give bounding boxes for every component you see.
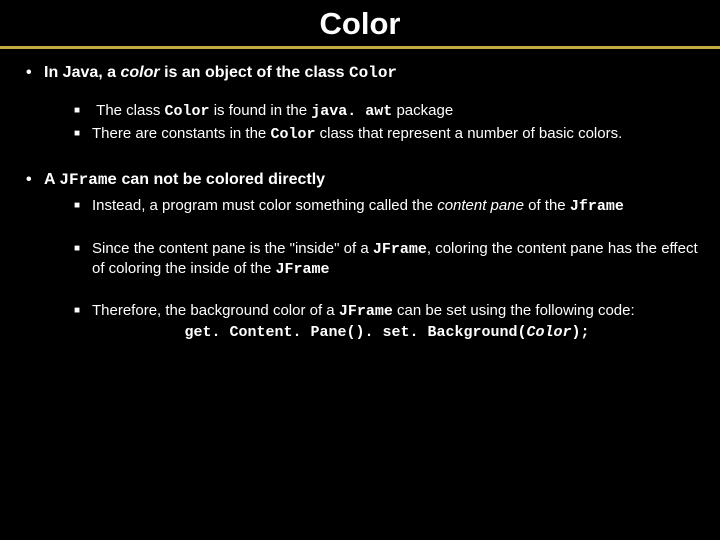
text-run: package: [392, 102, 453, 119]
bullet-square-icon: [74, 301, 92, 321]
code-run: Jframe: [570, 198, 624, 215]
sub-bullet-group: Instead, a program must color something …: [26, 196, 700, 342]
sub-bullet-group: The class Color is found in the java. aw…: [26, 101, 700, 169]
text-emphasis: color: [121, 64, 160, 81]
slide-content: In Java, a color is an object of the cla…: [0, 49, 720, 342]
text-run: A: [44, 171, 59, 188]
bullet-square-icon: [74, 239, 92, 279]
text-run: can not be colored directly: [117, 171, 325, 188]
bullet-lvl2: Since the content pane is the "inside" o…: [74, 239, 700, 279]
code-run: JFrame: [373, 241, 427, 258]
bullet-square-icon: [74, 196, 92, 216]
bullet-square-icon: [74, 124, 92, 144]
text-run: There are constants in the: [92, 125, 270, 142]
text-run: is found in the: [210, 102, 312, 119]
bullet-lvl1: A JFrame can not be colored directly: [26, 170, 700, 190]
bullet-dot-icon: [26, 170, 44, 190]
bullet-dot-icon: [26, 63, 44, 83]
text-run: Since the content pane is the "inside" o…: [92, 240, 373, 257]
code-arg: Color: [527, 324, 572, 341]
text-run: of the: [524, 197, 570, 214]
bullet-text: Instead, a program must color something …: [92, 196, 624, 216]
code-run: get. Content. Pane(). set. Background(: [184, 324, 526, 341]
text-run: In Java, a: [44, 64, 121, 81]
text-run: is an object of the class: [160, 64, 349, 81]
bullet-lvl2: The class Color is found in the java. aw…: [74, 101, 700, 121]
slide-title: Color: [0, 0, 720, 49]
bullet-group-1: In Java, a color is an object of the cla…: [20, 63, 700, 170]
text-emphasis: content pane: [437, 197, 524, 214]
text-run: Therefore, the background color of a: [92, 302, 339, 319]
bullet-group-2: A JFrame can not be colored directly Ins…: [20, 170, 700, 342]
code-run: Color: [349, 64, 397, 82]
code-run: Color: [270, 126, 315, 143]
bullet-lvl1: In Java, a color is an object of the cla…: [26, 63, 700, 83]
text-run: Instead, a program must color something …: [92, 197, 437, 214]
code-run: );: [572, 324, 590, 341]
code-run: JFrame: [275, 261, 329, 278]
bullet-text: There are constants in the Color class t…: [92, 124, 622, 144]
bullet-text: The class Color is found in the java. aw…: [92, 101, 453, 121]
bullet-lvl2: There are constants in the Color class t…: [74, 124, 700, 144]
bullet-lvl2: Therefore, the background color of a JFr…: [74, 301, 700, 321]
bullet-text: A JFrame can not be colored directly: [44, 170, 325, 190]
text-run: class that represent a number of basic c…: [315, 125, 622, 142]
bullet-lvl2: Instead, a program must color something …: [74, 196, 700, 216]
text-run: The class: [96, 102, 164, 119]
text-run: can be set using the following code:: [393, 302, 635, 319]
bullet-text: In Java, a color is an object of the cla…: [44, 63, 397, 83]
bullet-square-icon: [74, 101, 92, 121]
code-line: get. Content. Pane(). set. Background(Co…: [74, 323, 700, 342]
code-run: Color: [165, 103, 210, 120]
bullet-text: Since the content pane is the "inside" o…: [92, 239, 700, 279]
code-run: JFrame: [59, 171, 117, 189]
slide: Color In Java, a color is an object of t…: [0, 0, 720, 540]
bullet-text: Therefore, the background color of a JFr…: [92, 301, 635, 321]
code-run: JFrame: [339, 303, 393, 320]
code-run: java. awt: [311, 103, 392, 120]
